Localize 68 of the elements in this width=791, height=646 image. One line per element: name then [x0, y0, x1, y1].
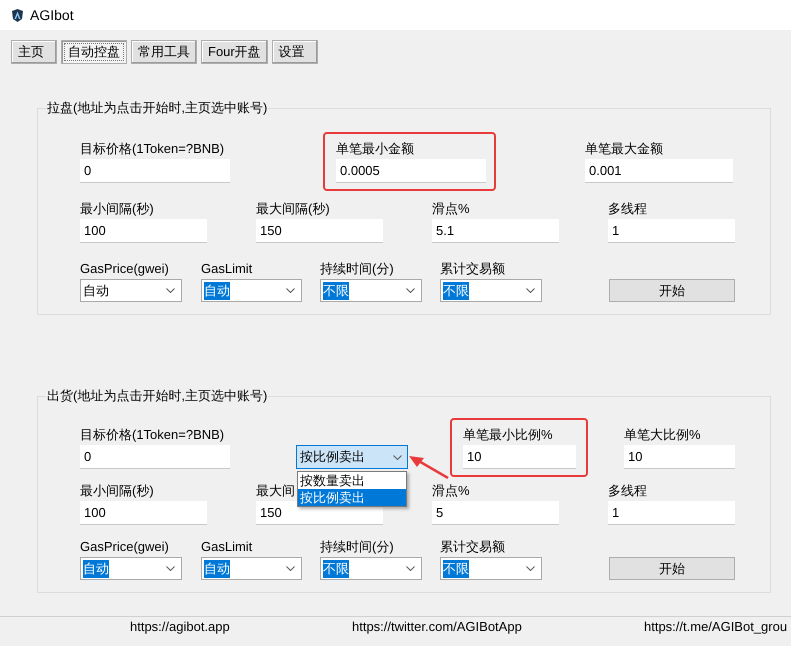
field-label: 累计交易额 [440, 539, 505, 554]
field-label: 最小间隔(秒) [80, 201, 154, 216]
dropdown-field[interactable]: 自动 [201, 557, 302, 580]
input-field[interactable]: 100 [80, 501, 207, 525]
field-label: 单笔大比例% [624, 427, 701, 442]
link[interactable]: https://t.me/AGIBot_grou [644, 617, 791, 636]
field-label: 滑点% [432, 483, 470, 498]
field-label: 单笔最大金额 [585, 141, 663, 156]
shield-icon [12, 8, 23, 22]
field-label: 目标价格(1Token=?BNB) [80, 427, 224, 442]
input-field[interactable]: 5 [432, 501, 559, 525]
field-label: 多线程 [608, 483, 647, 498]
input-field[interactable]: 1 [608, 219, 735, 243]
chevron-down-icon [406, 566, 415, 571]
dropdown-field[interactable]: 不限 [440, 279, 542, 302]
chevron-down-icon [526, 288, 535, 293]
field-label: GasPrice(gwei) [80, 261, 169, 276]
chevron-down-icon [166, 566, 175, 571]
group-title: 出货(地址为点击开始时,主页选中账号) [46, 389, 268, 403]
field-label: 目标价格(1Token=?BNB) [80, 141, 224, 156]
field-label: 滑点% [432, 201, 470, 216]
field-label: 最大间 [256, 483, 295, 498]
input-field[interactable]: 0 [80, 159, 230, 183]
tab[interactable]: 自动控盘 [61, 40, 127, 64]
field-label: GasPrice(gwei) [80, 539, 169, 554]
input-field[interactable]: 1 [608, 501, 735, 525]
input-field[interactable]: 10 [624, 445, 735, 469]
input-field[interactable]: 0.001 [585, 159, 733, 183]
input-field[interactable]: 5.1 [432, 219, 559, 243]
dropdown-field[interactable]: 不限 [320, 557, 422, 580]
link[interactable]: https://twitter.com/AGIBotApp [352, 617, 644, 636]
input-field[interactable]: 0 [80, 445, 230, 469]
field-label: GasLimit [201, 261, 252, 276]
field-label: 最大间隔(秒) [256, 201, 330, 216]
field-label: 单笔最小比例% [463, 427, 553, 442]
dropdown-field[interactable]: 不限 [440, 557, 542, 580]
dropdown-field[interactable]: 不限 [320, 279, 422, 302]
dropdown-field[interactable]: 自动 [80, 557, 182, 580]
field-label: 最小间隔(秒) [80, 483, 154, 498]
field-label: GasLimit [201, 539, 252, 554]
field-label: 单笔最小金额 [336, 141, 414, 156]
tab[interactable]: 常用工具 [131, 40, 197, 64]
group-title: 拉盘(地址为点击开始时,主页选中账号) [46, 101, 268, 115]
field-label: 累计交易额 [440, 261, 505, 276]
tab[interactable]: Four开盘 [201, 40, 268, 64]
dropdown-option[interactable]: 按比例卖出 [298, 489, 406, 506]
chevron-down-icon [286, 288, 295, 293]
dropdown-field[interactable]: 自动 [201, 279, 302, 302]
dropdown-option[interactable]: 按数量卖出 [298, 472, 406, 489]
window-title: AGIbot [30, 7, 74, 23]
input-field[interactable]: 150 [256, 219, 383, 243]
chevron-down-icon [286, 566, 295, 571]
dropdown-field[interactable]: 自动 [80, 279, 182, 302]
chevron-down-icon [526, 566, 535, 571]
start-button[interactable]: 开始 [609, 279, 735, 302]
chevron-down-icon [166, 288, 175, 293]
start-button[interactable]: 开始 [609, 557, 735, 580]
chevron-down-icon [393, 454, 402, 460]
input-field[interactable]: 100 [80, 219, 207, 243]
link[interactable]: https://agibot.app [130, 617, 352, 636]
field-label: 持续时间(分) [320, 539, 394, 554]
field-label: 持续时间(分) [320, 261, 394, 276]
tab[interactable]: 设置 [272, 40, 318, 64]
chevron-down-icon [406, 288, 415, 293]
tab[interactable]: 主页 [11, 40, 57, 64]
input-field[interactable]: 0.0005 [336, 159, 486, 183]
field-label: 多线程 [608, 201, 647, 216]
input-field[interactable]: 10 [463, 445, 576, 469]
